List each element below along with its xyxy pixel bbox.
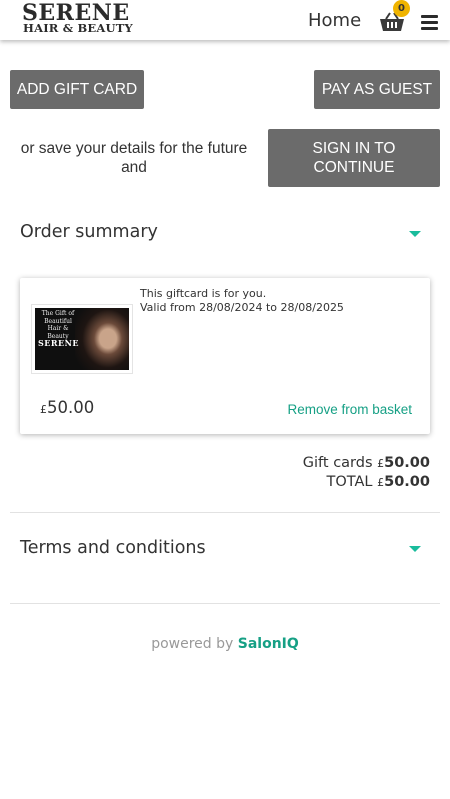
save-details-text: or save your details for the future and [20,140,248,176]
site-header: SERENE HAIR & BEAUTY Home 0 [0,0,450,40]
order-summary-caret-down-icon[interactable] [409,231,421,237]
gift-card-image: The Gift of Beautiful Hair & Beauty SERE… [32,305,132,373]
gift-card-validity: Valid from 28/08/2024 to 28/08/2025 [140,301,344,314]
total-value: 50.00 [384,474,430,490]
hamburger-menu-icon[interactable] [421,15,438,30]
sign-in-label-line2: CONTINUE [313,159,395,176]
terms-title[interactable]: Terms and conditions [20,537,206,559]
gift-card-image-brand: SERENE [38,338,80,348]
powered-by-footer: powered by SalonIQ [0,636,450,653]
saloniq-link[interactable]: SalonIQ [238,636,299,652]
price-value: 50.00 [47,398,95,417]
add-gift-card-button[interactable]: ADD GIFT CARD [10,70,144,109]
nav-home-link[interactable]: Home [308,11,361,31]
total-label: TOTAL [326,474,373,490]
model-photo [75,308,129,370]
sign-in-label-line1: SIGN IN TO [312,140,396,157]
gift-card-price: £50.00 [40,398,94,420]
powered-by-text: powered by [151,636,234,652]
price-currency: £ [40,403,47,416]
serene-logo[interactable]: SERENE HAIR & BEAUTY [22,2,138,38]
gift-card-image-caption: The Gift of Beautiful Hair & Beauty [41,310,75,340]
basket-count-badge: 0 [393,0,410,17]
order-total: TOTAL £50.00 [327,473,430,492]
remove-from-basket-link[interactable]: Remove from basket [287,402,412,418]
divider [10,603,440,604]
logo-sub-text: HAIR & BEAUTY [23,21,133,35]
divider [10,512,440,513]
terms-caret-down-icon[interactable] [409,546,421,552]
sign-in-button[interactable]: SIGN IN TO CONTINUE [268,129,440,187]
order-summary-title[interactable]: Order summary [20,221,158,243]
gift-cards-subtotal: Gift cards £50.00 [303,454,430,473]
gift-cards-value: 50.00 [384,455,430,471]
gift-card-item: The Gift of Beautiful Hair & Beauty SERE… [20,278,430,434]
gift-cards-label: Gift cards [302,455,373,471]
gift-card-recipient: This giftcard is for you. [140,287,267,300]
pay-as-guest-button[interactable]: PAY AS GUEST [314,70,440,109]
